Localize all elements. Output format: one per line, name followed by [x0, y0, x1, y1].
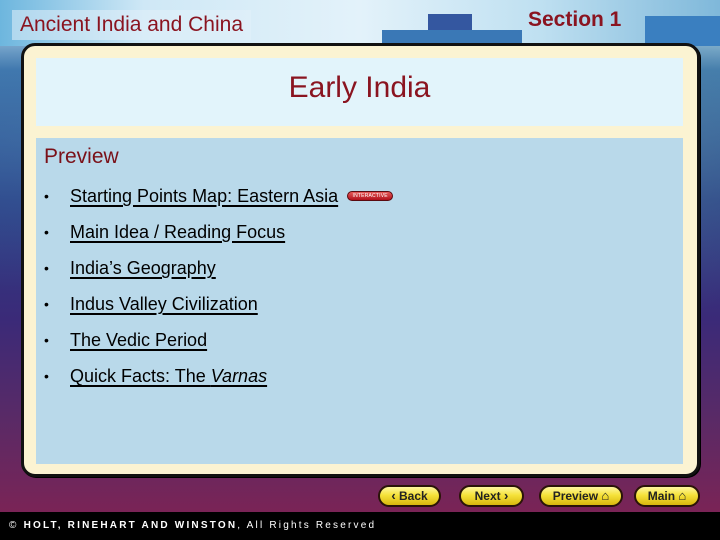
bullet-icon: •: [44, 260, 49, 276]
bullet-icon: •: [44, 368, 49, 384]
home-icon: ⌂: [601, 488, 610, 503]
preview-button[interactable]: Preview ⌂: [539, 485, 623, 507]
content-box: Preview • Starting Points Map: Eastern A…: [36, 138, 683, 464]
rights-text: , All Rights Reserved: [237, 520, 377, 531]
copyright-notice: © HOLT, RINEHART AND WINSTON, All Rights…: [9, 519, 376, 533]
bullet-icon: •: [44, 224, 49, 240]
interactive-badge[interactable]: INTERACTIVE: [347, 190, 394, 201]
link-main-idea[interactable]: Main Idea / Reading Focus: [70, 220, 285, 244]
link-quick-facts-varnas[interactable]: Quick Facts: The Varnas: [70, 364, 267, 388]
building-graphic: [645, 16, 720, 46]
chevron-left-icon: ‹: [391, 488, 396, 503]
bullet-icon: •: [44, 332, 49, 348]
link-vedic-period[interactable]: The Vedic Period: [70, 328, 207, 352]
bullet-icon: •: [44, 188, 49, 204]
footer: © HOLT, RINEHART AND WINSTON, All Rights…: [0, 512, 720, 540]
main-label: Main: [647, 489, 676, 503]
preview-label: Preview: [552, 489, 599, 503]
link-label-italic: Varnas: [210, 366, 268, 386]
main-button[interactable]: Main ⌂: [634, 485, 700, 507]
copyright-icon: ©: [9, 520, 19, 531]
page-title: Early India: [288, 71, 431, 104]
link-label: Starting Points Map: Eastern Asia: [70, 186, 339, 206]
link-label: Quick Facts: The: [70, 366, 211, 386]
bullet-icon: •: [44, 296, 49, 312]
link-indus-valley[interactable]: Indus Valley Civilization: [70, 292, 258, 316]
section-label: Section 1: [528, 8, 622, 31]
home-icon: ⌂: [678, 488, 687, 503]
next-label: Next: [474, 489, 501, 503]
title-box: Early India: [36, 58, 683, 126]
next-button[interactable]: Next ›: [459, 485, 524, 507]
link-indias-geography[interactable]: India’s Geography: [70, 256, 216, 280]
back-label: Back: [399, 489, 428, 503]
link-starting-points-map[interactable]: Starting Points Map: Eastern Asia INTERAC…: [70, 184, 394, 208]
course-title: Ancient India and China: [12, 10, 251, 40]
back-button[interactable]: ‹ Back: [378, 485, 441, 507]
publisher-name: HOLT, RINEHART AND WINSTON: [23, 520, 238, 531]
content-heading: Preview: [44, 145, 119, 168]
chevron-right-icon: ›: [504, 488, 509, 503]
